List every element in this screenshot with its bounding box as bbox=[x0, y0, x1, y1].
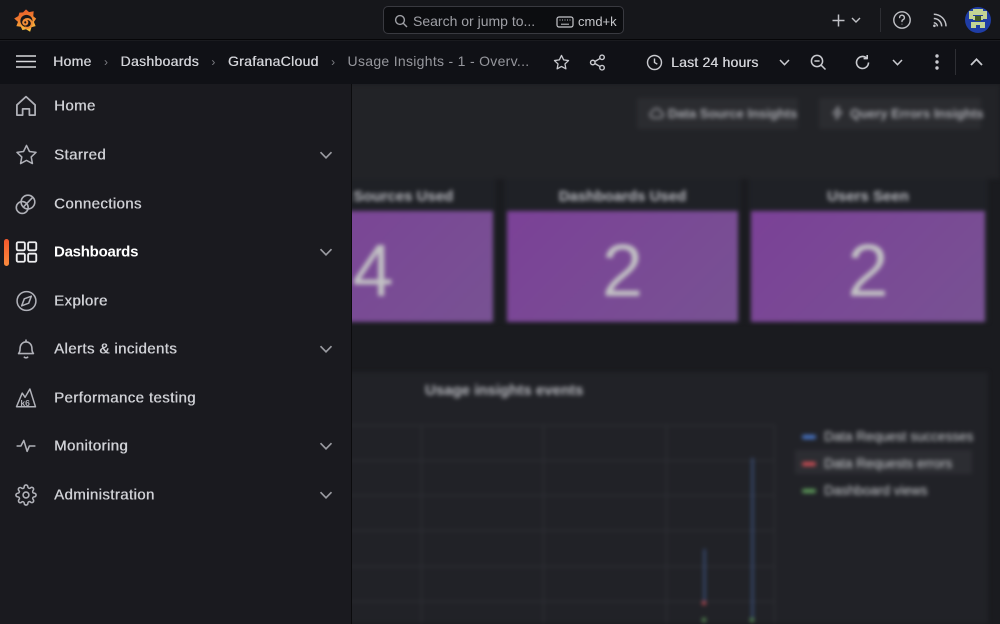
svg-text:k6: k6 bbox=[20, 398, 30, 408]
